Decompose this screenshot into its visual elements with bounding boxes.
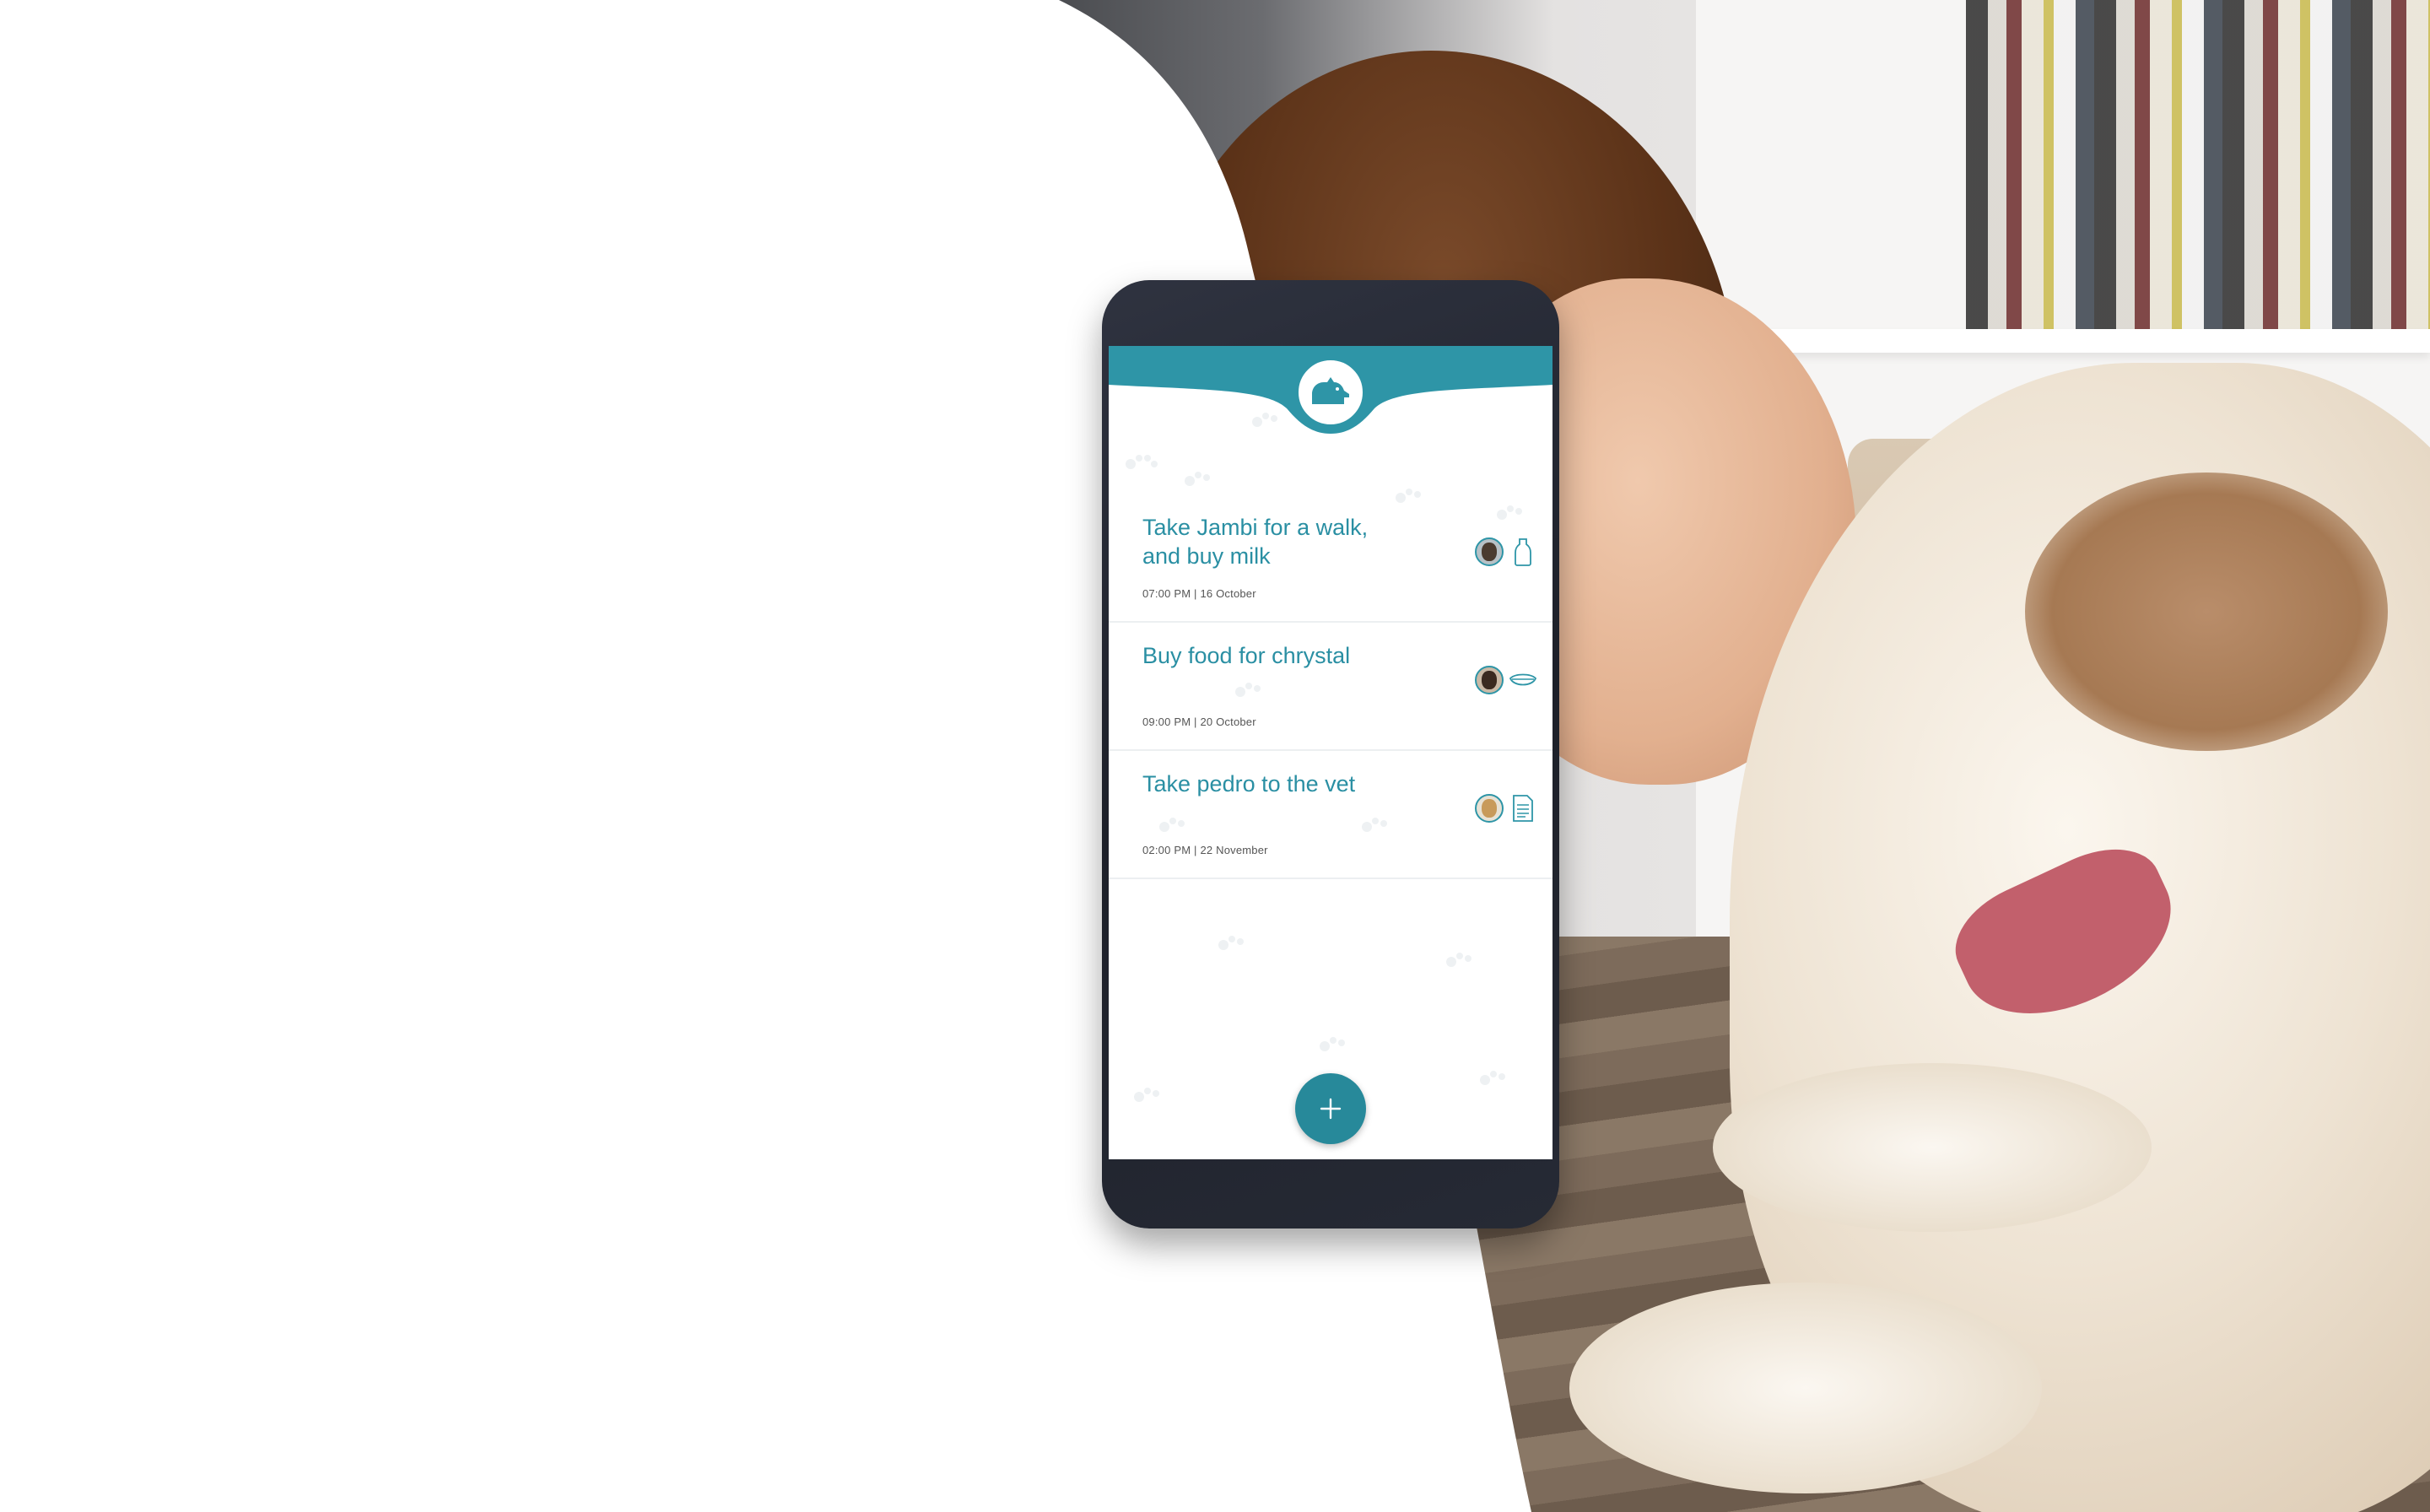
dog-avatar	[1475, 666, 1504, 694]
dog-avatar	[1475, 794, 1504, 823]
background-books	[1966, 0, 2430, 338]
list-item[interactable]: Take Jambi for a walk, and buy milk 07:0…	[1109, 494, 1552, 623]
task-datetime: 07:00 PM | 16 October	[1142, 587, 1256, 600]
phone-mockup: Take Jambi for a walk, and buy milk 07:0…	[1102, 280, 1559, 1228]
task-icons	[1475, 791, 1542, 825]
task-datetime: 02:00 PM | 22 November	[1142, 844, 1268, 856]
task-title: Take pedro to the vet	[1142, 771, 1356, 796]
document-icon	[1509, 794, 1537, 823]
phone-screen: Take Jambi for a walk, and buy milk 07:0…	[1109, 346, 1552, 1159]
food-bowl-icon	[1509, 666, 1537, 694]
task-icons	[1475, 535, 1542, 569]
background-dog-patch	[2025, 472, 2388, 751]
task-icons	[1475, 663, 1542, 697]
app-logo[interactable]	[1296, 358, 1365, 427]
background-shelf-board	[1696, 329, 2430, 353]
task-datetime: 09:00 PM | 20 October	[1142, 716, 1256, 728]
background-dog-paw	[1569, 1282, 2042, 1493]
add-task-button[interactable]	[1295, 1073, 1366, 1144]
background-dog-paw	[1713, 1063, 2152, 1232]
list-item[interactable]: Take pedro to the vet 02:00 PM | 22 Nove…	[1109, 751, 1552, 879]
task-list: Take Jambi for a walk, and buy milk 07:0…	[1109, 494, 1552, 879]
dog-icon	[1312, 377, 1349, 404]
plus-icon	[1320, 1098, 1342, 1120]
task-title: Take Jambi for a walk, and buy milk	[1142, 515, 1369, 569]
dog-avatar	[1475, 537, 1504, 566]
list-item[interactable]: Buy food for chrystal 09:00 PM | 20 Octo…	[1109, 623, 1552, 751]
milk-bottle-icon	[1509, 537, 1537, 566]
task-title: Buy food for chrystal	[1142, 643, 1351, 668]
